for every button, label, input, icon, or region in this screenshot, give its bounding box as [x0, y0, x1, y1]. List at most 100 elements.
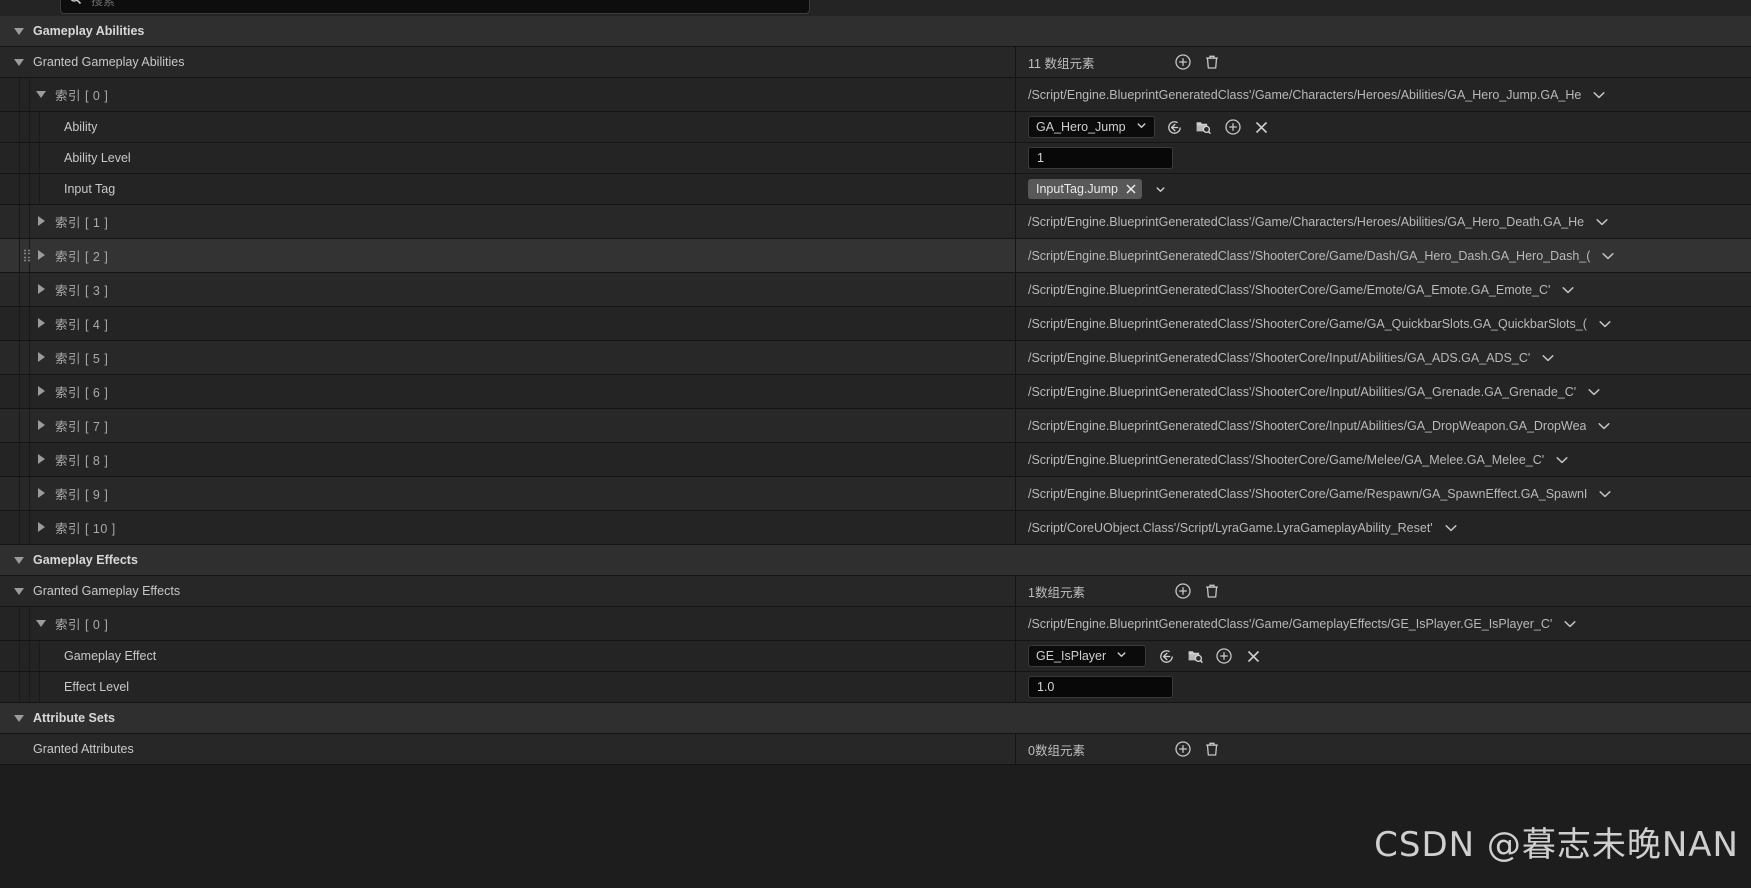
chevron-down-icon[interactable]	[1594, 214, 1610, 230]
element-value-cell[interactable]: /Script/Engine.BlueprintGeneratedClass'/…	[1016, 273, 1751, 306]
search-input[interactable]: 搜索	[60, 0, 810, 14]
child-property-label: Gameplay Effect	[64, 649, 157, 663]
triangle-right-icon[interactable]	[36, 352, 47, 363]
number-input-value: 1.0	[1037, 680, 1055, 694]
array-property-row-attribute-sets[interactable]: Granted Attributes 0数组元素	[0, 734, 1751, 765]
category-header-gameplay-effects[interactable]: Gameplay Effects	[0, 545, 1751, 576]
element-child-row[interactable]: Ability Level 1	[0, 143, 1751, 174]
remove-tag-icon[interactable]	[1125, 183, 1137, 195]
use-selected-asset-icon[interactable]	[1165, 117, 1185, 137]
add-element-button[interactable]	[1173, 52, 1193, 72]
array-element-row[interactable]: 索引 [ 0 ] /Script/Engine.BlueprintGenerat…	[0, 607, 1751, 641]
triangle-down-icon[interactable]	[14, 555, 25, 566]
array-property-row-gameplay-effects[interactable]: Granted Gameplay Effects 1数组元素	[0, 576, 1751, 607]
child-property-label: Ability	[64, 120, 98, 134]
array-property-row-gameplay-abilities[interactable]: Granted Gameplay Abilities 11 数组元素	[0, 47, 1751, 78]
triangle-right-icon[interactable]	[36, 420, 47, 431]
drag-handle-icon[interactable]	[24, 249, 31, 262]
element-child-row[interactable]: Input Tag InputTag.Jump	[0, 174, 1751, 205]
triangle-right-icon[interactable]	[36, 522, 47, 533]
delete-all-elements-button[interactable]	[1202, 739, 1222, 759]
array-property-label: Granted Gameplay Abilities	[33, 55, 185, 69]
element-value-cell[interactable]: /Script/Engine.BlueprintGeneratedClass'/…	[1016, 239, 1751, 272]
asset-picker-combo[interactable]: GE_IsPlayer	[1028, 645, 1146, 667]
chevron-down-icon[interactable]	[1597, 316, 1613, 332]
gameplay-tag-pill[interactable]: InputTag.Jump	[1028, 179, 1142, 199]
use-selected-asset-icon[interactable]	[1156, 646, 1176, 666]
chevron-down-icon[interactable]	[1586, 384, 1602, 400]
element-value-cell[interactable]: /Script/Engine.BlueprintGeneratedClass'/…	[1016, 409, 1751, 442]
add-element-button[interactable]	[1173, 739, 1193, 759]
add-element-button[interactable]	[1173, 581, 1193, 601]
triangle-right-icon[interactable]	[36, 216, 47, 227]
browse-to-asset-icon[interactable]	[1185, 646, 1205, 666]
element-value-cell[interactable]: /Script/Engine.BlueprintGeneratedClass'/…	[1016, 205, 1751, 238]
element-child-row[interactable]: Effect Level 1.0	[0, 672, 1751, 703]
number-input[interactable]: 1	[1028, 147, 1173, 169]
array-element-row[interactable]: 索引 [ 2 ] /Script/Engine.BlueprintGenerat…	[0, 239, 1751, 273]
element-value-cell[interactable]: /Script/Engine.BlueprintGeneratedClass'/…	[1016, 78, 1751, 111]
chevron-down-icon[interactable]	[1600, 248, 1616, 264]
search-placeholder: 搜索	[91, 0, 116, 8]
add-circle-icon[interactable]	[1223, 117, 1243, 137]
clear-x-icon[interactable]	[1252, 117, 1272, 137]
array-element-row[interactable]: 索引 [ 6 ] /Script/Engine.BlueprintGenerat…	[0, 375, 1751, 409]
element-name-cell: 索引 [ 6 ]	[0, 375, 1016, 408]
tag-dropdown-chevron-icon[interactable]	[1150, 179, 1170, 199]
array-element-row[interactable]: 索引 [ 3 ] /Script/Engine.BlueprintGenerat…	[0, 273, 1751, 307]
array-element-row[interactable]: 索引 [ 8 ] /Script/Engine.BlueprintGenerat…	[0, 443, 1751, 477]
triangle-down-icon[interactable]	[14, 586, 25, 597]
array-element-row[interactable]: 索引 [ 10 ] /Script/CoreUObject.Class'/Scr…	[0, 511, 1751, 545]
array-element-row[interactable]: 索引 [ 1 ] /Script/Engine.BlueprintGenerat…	[0, 205, 1751, 239]
triangle-down-icon[interactable]	[36, 618, 47, 629]
chevron-down-icon[interactable]	[1540, 350, 1556, 366]
array-property-value-cell: 1数组元素	[1016, 576, 1751, 606]
triangle-right-icon[interactable]	[36, 488, 47, 499]
array-element-row[interactable]: 索引 [ 7 ] /Script/Engine.BlueprintGenerat…	[0, 409, 1751, 443]
chevron-down-icon[interactable]	[1560, 282, 1576, 298]
triangle-right-icon[interactable]	[36, 250, 47, 261]
triangle-right-icon[interactable]	[36, 318, 47, 329]
element-value-cell[interactable]: /Script/Engine.BlueprintGeneratedClass'/…	[1016, 341, 1751, 374]
element-child-row[interactable]: Ability GA_Hero_Jump	[0, 112, 1751, 143]
triangle-right-icon[interactable]	[36, 386, 47, 397]
category-header-attribute-sets[interactable]: Attribute Sets	[0, 703, 1751, 734]
clear-x-icon[interactable]	[1243, 646, 1263, 666]
triangle-right-icon[interactable]	[36, 284, 47, 295]
delete-all-elements-button[interactable]	[1202, 581, 1222, 601]
element-value-cell[interactable]: /Script/Engine.BlueprintGeneratedClass'/…	[1016, 307, 1751, 340]
asset-path-text: /Script/Engine.BlueprintGeneratedClass'/…	[1028, 486, 1588, 501]
element-child-row[interactable]: Gameplay Effect GE_IsPlayer	[0, 641, 1751, 672]
asset-path-text: /Script/Engine.BlueprintGeneratedClass'/…	[1028, 452, 1545, 467]
element-value-cell[interactable]: /Script/CoreUObject.Class'/Script/LyraGa…	[1016, 511, 1751, 544]
element-value-cell[interactable]: /Script/Engine.BlueprintGeneratedClass'/…	[1016, 607, 1751, 640]
array-element-row[interactable]: 索引 [ 5 ] /Script/Engine.BlueprintGenerat…	[0, 341, 1751, 375]
delete-all-elements-button[interactable]	[1202, 52, 1222, 72]
asset-path-text: /Script/Engine.BlueprintGeneratedClass'/…	[1028, 384, 1577, 399]
triangle-down-icon[interactable]	[14, 57, 25, 68]
chevron-down-icon[interactable]	[1591, 87, 1607, 103]
element-name-cell: 索引 [ 7 ]	[0, 409, 1016, 442]
chevron-down-icon[interactable]	[1597, 486, 1613, 502]
array-element-row[interactable]: 索引 [ 4 ] /Script/Engine.BlueprintGenerat…	[0, 307, 1751, 341]
category-header-gameplay-abilities[interactable]: Gameplay Abilities	[0, 16, 1751, 47]
chevron-down-icon[interactable]	[1596, 418, 1612, 434]
element-value-cell[interactable]: /Script/Engine.BlueprintGeneratedClass'/…	[1016, 375, 1751, 408]
chevron-down-icon[interactable]	[1554, 452, 1570, 468]
triangle-right-icon[interactable]	[36, 454, 47, 465]
array-element-row[interactable]: 索引 [ 9 ] /Script/Engine.BlueprintGenerat…	[0, 477, 1751, 511]
triangle-down-icon[interactable]	[14, 26, 25, 37]
triangle-down-icon[interactable]	[14, 713, 25, 724]
number-input[interactable]: 1.0	[1028, 676, 1173, 698]
element-value-cell[interactable]: /Script/Engine.BlueprintGeneratedClass'/…	[1016, 477, 1751, 510]
add-circle-icon[interactable]	[1214, 646, 1234, 666]
chevron-down-icon[interactable]	[1562, 616, 1578, 632]
category-title: Gameplay Abilities	[33, 24, 145, 38]
browse-to-asset-icon[interactable]	[1194, 117, 1214, 137]
chevron-down-icon[interactable]	[1443, 520, 1459, 536]
asset-picker-combo[interactable]: GA_Hero_Jump	[1028, 116, 1155, 138]
array-element-row[interactable]: 索引 [ 0 ] /Script/Engine.BlueprintGenerat…	[0, 78, 1751, 112]
triangle-down-icon[interactable]	[36, 89, 47, 100]
array-property-name-cell: Granted Attributes	[0, 734, 1016, 764]
element-value-cell[interactable]: /Script/Engine.BlueprintGeneratedClass'/…	[1016, 443, 1751, 476]
